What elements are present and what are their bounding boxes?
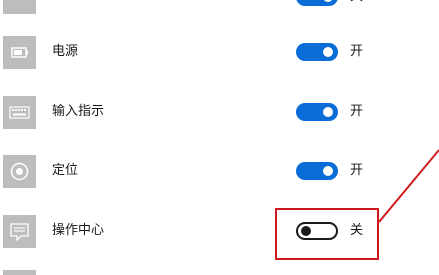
battery-icon <box>3 36 36 69</box>
input-indicator-state: 开 <box>350 104 364 119</box>
settings-row-partial: 关 <box>0 0 439 18</box>
location-label: 定位 <box>52 163 79 178</box>
input-indicator-toggle[interactable] <box>296 103 338 121</box>
location-toggle[interactable] <box>296 162 338 180</box>
highlight-box <box>275 208 379 260</box>
action-center-label: 操作中心 <box>52 223 105 238</box>
power-state: 开 <box>350 44 364 59</box>
location-state: 开 <box>350 163 364 178</box>
settings-row-power: 电源 开 <box>0 33 439 73</box>
toggle-knob <box>323 166 333 176</box>
partial-bottom-icon <box>3 270 36 275</box>
input-indicator-label: 输入指示 <box>52 104 105 119</box>
toggle-knob <box>323 47 333 57</box>
partial-icon <box>3 0 36 14</box>
settings-row-input-indicator: 输入指示 开 <box>0 93 439 133</box>
toggle-state-label: 关 <box>350 0 363 5</box>
keyboard-icon <box>3 96 36 129</box>
power-toggle[interactable] <box>296 43 338 61</box>
settings-row-location: 定位 开 <box>0 152 439 192</box>
toggle-knob <box>323 107 333 117</box>
power-label: 电源 <box>52 44 79 59</box>
toggle-knob <box>323 0 333 2</box>
location-icon <box>3 155 36 188</box>
partial-toggle[interactable] <box>296 0 338 6</box>
action-center-icon <box>3 215 36 248</box>
